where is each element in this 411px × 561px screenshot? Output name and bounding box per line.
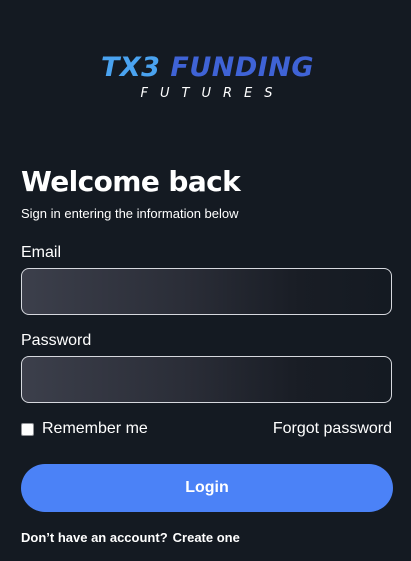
email-label: Email [21,244,62,261]
page-subtitle: Sign in entering the information below [21,206,239,221]
remember-me-label: Remember me [42,420,148,437]
logo-tx3: TX3 [100,52,161,83]
logo-funding: FUNDING [160,52,315,83]
login-button[interactable]: Login [21,464,393,512]
email-field[interactable] [22,269,391,314]
logo-subtitle: FUTURES [140,86,285,101]
signup-prompt-text: Don’t have an account? [21,530,168,545]
brand-logo: TX3 FUNDING FUTURES [0,52,411,102]
page-title: Welcome back [21,165,241,198]
email-field-wrapper [21,268,392,315]
create-account-link[interactable]: Create one [173,530,240,545]
remember-me-checkbox[interactable] [21,422,34,436]
password-field-wrapper [21,356,392,403]
remember-me[interactable]: Remember me [21,419,148,439]
forgot-password-link[interactable]: Forgot password [273,419,392,439]
password-label: Password [21,332,92,349]
signup-prompt: Don’t have an account? Create one [21,530,240,546]
logo-wordmark: TX3 FUNDING [101,52,314,84]
password-field[interactable] [22,357,391,402]
